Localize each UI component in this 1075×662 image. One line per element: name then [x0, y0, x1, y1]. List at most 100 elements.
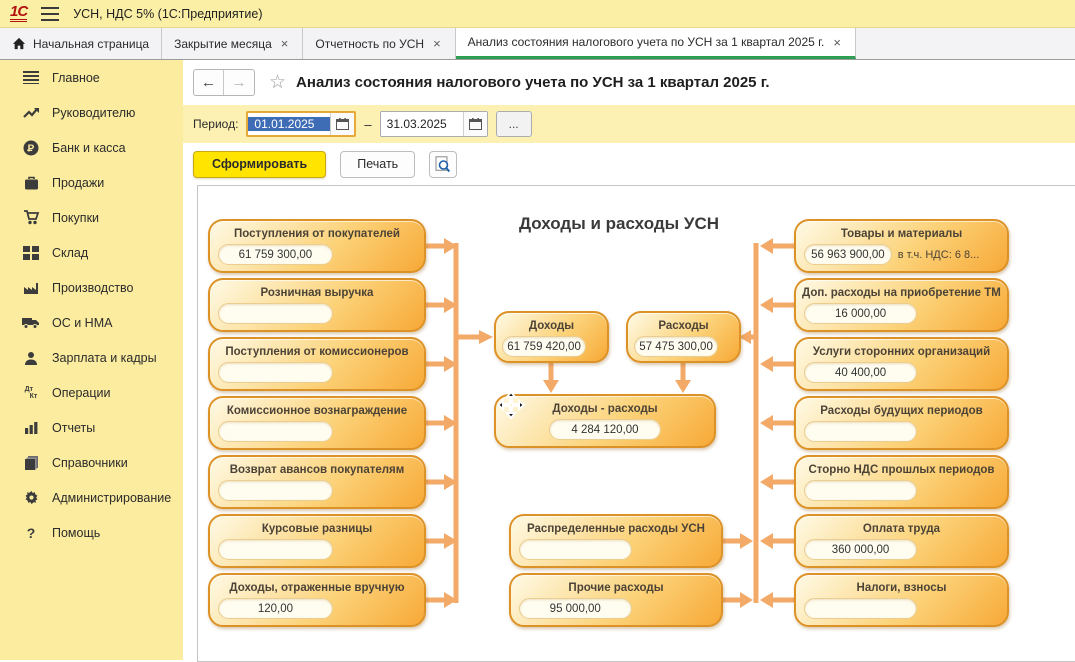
box-value: 61 759 300,00	[218, 244, 333, 265]
briefcase-icon	[22, 175, 40, 191]
sidebar-item-label: Операции	[52, 386, 110, 400]
close-icon[interactable]: ×	[279, 35, 291, 52]
sidebar-item-fixed-assets[interactable]: ОС и НМА	[0, 305, 183, 340]
factory-icon	[22, 280, 40, 296]
period-bar: Период: 01.01.2025 – 31.03.2025 ...	[183, 105, 1075, 143]
box-other-expenses[interactable]: Прочие расходы 95 000,00	[509, 573, 723, 627]
tab-home[interactable]: Начальная страница	[0, 28, 162, 59]
box-taxes-contributions[interactable]: Налоги, взносы	[794, 573, 1009, 627]
tab-label: Закрытие месяца	[174, 37, 272, 51]
box-income-total[interactable]: Доходы 61 759 420,00	[494, 311, 609, 363]
box-value: 61 759 420,00	[502, 336, 586, 357]
box-retail-revenue[interactable]: Розничная выручка	[208, 278, 426, 332]
ruble-coin-icon: P	[22, 140, 40, 156]
sidebar-item-label: Помощь	[52, 526, 100, 540]
sidebar-item-manager[interactable]: Руководителю	[0, 95, 183, 130]
generate-button[interactable]: Сформировать	[193, 151, 326, 178]
window-title-bar: 1С УСН, НДС 5% (1С:Предприятие)	[0, 0, 1075, 28]
main-area: ← → ☆ Анализ состояния налогового учета …	[183, 60, 1075, 660]
vat-note: в т.ч. НДС: 6 8...	[898, 249, 980, 261]
back-button[interactable]: ←	[194, 70, 224, 95]
box-payroll-expense[interactable]: Оплата труда 360 000,00	[794, 514, 1009, 568]
sidebar-item-label: Отчеты	[52, 421, 95, 435]
main-menu-icon[interactable]	[41, 7, 59, 21]
sidebar-item-label: Склад	[52, 246, 88, 260]
box-income-minus-expense[interactable]: Доходы - расходы 4 284 120,00	[494, 394, 716, 448]
grid-icon	[22, 245, 40, 261]
question-icon: ?	[22, 525, 40, 541]
box-value: 360 000,00	[804, 539, 917, 560]
box-allocated-usn-expenses[interactable]: Распределенные расходы УСН	[509, 514, 723, 568]
sidebar-item-warehouse[interactable]: Склад	[0, 235, 183, 270]
period-to-field[interactable]: 31.03.2025	[380, 111, 488, 137]
box-additional-tmc-expenses[interactable]: Доп. расходы на приобретение ТМЦ 16 000,…	[794, 278, 1009, 332]
tab-strip: Начальная страница Закрытие месяца × Отч…	[0, 28, 1075, 60]
sidebar-item-payroll[interactable]: Зарплата и кадры	[0, 340, 183, 375]
period-from-field[interactable]: 01.01.2025	[246, 111, 356, 137]
sidebar-item-sales[interactable]: Продажи	[0, 165, 183, 200]
sidebar-item-label: Справочники	[52, 456, 128, 470]
sidebar-item-purchases[interactable]: Покупки	[0, 200, 183, 235]
forward-button[interactable]: →	[224, 70, 254, 95]
box-deferred-expenses[interactable]: Расходы будущих периодов	[794, 396, 1009, 450]
tab-label: Начальная страница	[33, 37, 149, 51]
1c-logo: 1С	[10, 5, 27, 22]
box-value	[218, 539, 333, 560]
sidebar-item-bank-cash[interactable]: P Банк и касса	[0, 130, 183, 165]
sidebar-item-label: Банк и касса	[52, 141, 126, 155]
sidebar-item-label: Зарплата и кадры	[52, 351, 157, 365]
box-value	[218, 421, 333, 442]
box-value: 56 963 900,00	[804, 244, 892, 265]
sidebar-item-help[interactable]: ? Помощь	[0, 515, 183, 550]
sidebar-item-label: Руководителю	[52, 106, 135, 120]
sidebar-item-label: Покупки	[52, 211, 99, 225]
report-header: ← → ☆ Анализ состояния налогового учета …	[193, 68, 770, 96]
tab-month-closing[interactable]: Закрытие месяца ×	[162, 28, 303, 59]
box-value: 120,00	[218, 598, 333, 619]
sidebar-item-operations[interactable]: ДтКт Операции	[0, 375, 183, 410]
sidebar-item-administration[interactable]: Администрирование	[0, 480, 183, 515]
calendar-icon[interactable]	[463, 112, 487, 136]
box-advance-returns[interactable]: Возврат авансов покупателям	[208, 455, 426, 509]
period-more-button[interactable]: ...	[496, 111, 532, 137]
action-bar: Сформировать Печать	[193, 149, 457, 179]
box-exchange-differences[interactable]: Курсовые разницы	[208, 514, 426, 568]
box-receipts-from-buyers[interactable]: Поступления от покупателей 61 759 300,00	[208, 219, 426, 273]
dt-kt-icon: ДтКт	[22, 385, 40, 401]
sidebar-item-label: Производство	[52, 281, 134, 295]
print-preview-button[interactable]	[429, 151, 457, 178]
tab-usn-reporting[interactable]: Отчетность по УСН ×	[303, 28, 455, 59]
box-value	[804, 480, 917, 501]
home-icon	[12, 37, 26, 50]
trend-icon	[22, 105, 40, 121]
close-icon[interactable]: ×	[431, 35, 443, 52]
favorite-star-icon[interactable]: ☆	[269, 71, 286, 94]
tab-label: Анализ состояния налогового учета по УСН…	[468, 35, 825, 49]
period-from-value[interactable]: 01.01.2025	[248, 117, 330, 131]
main-menu-icon	[22, 70, 40, 86]
box-value	[804, 421, 917, 442]
sidebar-item-main[interactable]: Главное	[0, 60, 183, 95]
box-value	[519, 539, 632, 560]
sidebar-item-production[interactable]: Производство	[0, 270, 183, 305]
sidebar-item-reports[interactable]: Отчеты	[0, 410, 183, 445]
calendar-icon[interactable]	[330, 113, 354, 135]
move-cursor-icon	[496, 390, 526, 425]
box-commission-fee[interactable]: Комиссионное вознаграждение	[208, 396, 426, 450]
box-goods-materials[interactable]: Товары и материалы 56 963 900,00в т.ч. Н…	[794, 219, 1009, 273]
close-icon[interactable]: ×	[831, 34, 843, 51]
box-manual-income[interactable]: Доходы, отраженные вручную 120,00	[208, 573, 426, 627]
box-vat-reversal[interactable]: Сторно НДС прошлых периодов	[794, 455, 1009, 509]
box-value	[218, 362, 333, 383]
box-third-party-services[interactable]: Услуги сторонних организаций 40 400,00	[794, 337, 1009, 391]
print-button[interactable]: Печать	[340, 151, 415, 178]
preview-magnifier-icon	[435, 156, 451, 173]
sidebar-item-label: ОС и НМА	[52, 316, 112, 330]
tab-usn-analysis[interactable]: Анализ состояния налогового учета по УСН…	[456, 28, 856, 59]
box-receipts-from-commissioners[interactable]: Поступления от комиссионеров	[208, 337, 426, 391]
period-to-value[interactable]: 31.03.2025	[381, 117, 463, 131]
sidebar-item-directories[interactable]: Справочники	[0, 445, 183, 480]
box-value: 4 284 120,00	[549, 419, 660, 440]
box-value	[218, 480, 333, 501]
box-expense-total[interactable]: Расходы 57 475 300,00	[626, 311, 741, 363]
